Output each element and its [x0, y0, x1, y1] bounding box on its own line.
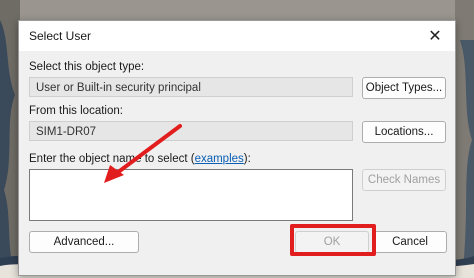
object-types-button-label: Object Types... [365, 82, 443, 94]
object-types-button[interactable]: Object Types... [362, 77, 446, 99]
cancel-button[interactable]: Cancel [373, 231, 447, 253]
select-user-dialog: Select User ✕ Select this object type: U… [18, 20, 456, 276]
enter-name-label-text: Enter the object name to select ( [29, 153, 195, 165]
locations-button[interactable]: Locations... [362, 121, 446, 143]
location-field: SIM1-DR07 [29, 121, 353, 141]
dialog-title: Select User [29, 29, 92, 43]
cancel-button-label: Cancel [392, 236, 428, 248]
advanced-button-label: Advanced... [53, 236, 115, 248]
locations-button-label: Locations... [374, 126, 434, 138]
location-label: From this location: [29, 105, 123, 117]
advanced-button[interactable]: Advanced... [29, 231, 139, 253]
object-type-field: User or Built-in security principal [29, 77, 353, 97]
location-value: SIM1-DR07 [36, 126, 97, 138]
object-name-input[interactable] [29, 169, 353, 221]
object-type-value: User or Built-in security principal [36, 82, 201, 94]
object-type-label: Select this object type: [29, 61, 145, 73]
check-names-button-label: Check Names [367, 174, 441, 186]
close-icon: ✕ [428, 28, 442, 45]
enter-name-label-end: ): [243, 153, 251, 165]
check-names-button[interactable]: Check Names [362, 169, 446, 191]
close-button[interactable]: ✕ [415, 21, 455, 51]
enter-name-label: Enter the object name to select (example… [29, 153, 251, 165]
ok-highlight-box [290, 224, 376, 256]
dialog-titlebar: Select User ✕ [19, 21, 455, 51]
examples-link[interactable]: examples [195, 153, 244, 165]
